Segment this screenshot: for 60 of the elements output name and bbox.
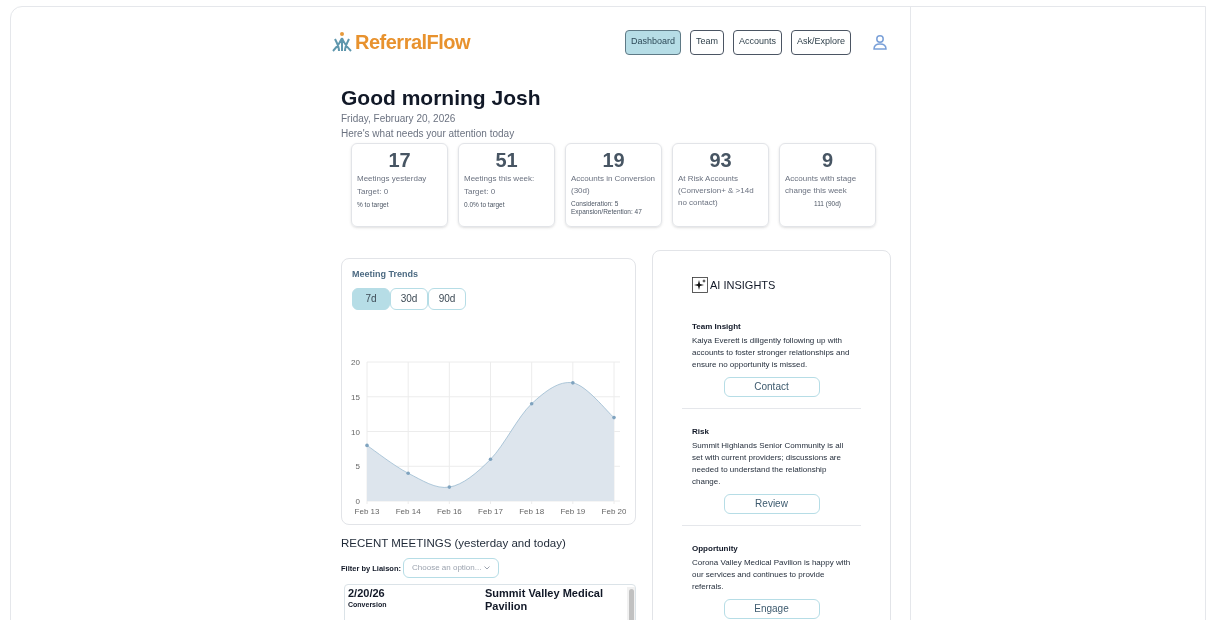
stat-value: 9 — [820, 148, 835, 172]
meeting-date: 2/20/26 — [348, 587, 386, 601]
insight-action-button[interactable]: Contact — [723, 376, 820, 397]
insight-heading: Team Insight — [692, 320, 742, 332]
insight-heading: Opportunity — [692, 542, 739, 554]
meeting-account: Summit Valley Medical Pavilion — [485, 587, 604, 615]
data-point — [612, 415, 616, 419]
stat-value: 51 — [494, 148, 519, 172]
insight-text: Summit Highlands Senior Community is all set with current providers; discussions are needed to understand the relationship change. — [692, 439, 845, 488]
data-point — [488, 457, 493, 461]
logo-text: ReferralFlow — [355, 30, 471, 55]
y-tick-label: 20 — [351, 357, 360, 367]
data-point — [529, 401, 534, 405]
insight-action-button[interactable]: Review — [723, 493, 820, 514]
y-tick-label: 0 — [355, 496, 360, 506]
x-tick-label: Feb 17 — [478, 506, 503, 516]
nav-tab[interactable]: Ask/Explore — [790, 29, 851, 55]
insight-heading: Risk — [692, 425, 710, 437]
greeting: Good morning Josh — [341, 85, 542, 111]
y-tick-label: 5 — [355, 461, 360, 471]
data-point — [571, 380, 575, 385]
data-point — [365, 443, 369, 447]
insight-text: Kaiya Everett is diligently following up with accounts to foster stronger relationships and ensure no opportunity is missed. — [692, 334, 851, 371]
x-tick-label: Feb 16 — [436, 506, 462, 516]
stat-value: 19 — [601, 148, 626, 172]
user-icon[interactable] — [872, 34, 888, 50]
insight-text: Corona Valley Medical Pavilion is happy with our services and continues to provide referrals. — [692, 556, 851, 593]
stat-label: Accounts with stage change this week — [785, 173, 858, 197]
range-tab[interactable]: 7d — [352, 287, 390, 310]
stat-label: At Risk Accounts (Conversion+ & >14d no contact) — [678, 173, 755, 209]
x-tick-label: Feb 18 — [519, 506, 545, 516]
insight-action-button[interactable]: Engage — [723, 598, 820, 619]
recent-meetings-title: RECENT MEETINGS (yesterday and today) — [341, 536, 567, 551]
data-point — [447, 484, 452, 489]
logo-icon — [331, 31, 353, 53]
y-tick-label: 10 — [351, 427, 360, 436]
chevron-icon — [484, 566, 490, 571]
stat-label: Accounts in Conversion (30d) — [571, 173, 656, 197]
date-text: Friday, February 20, 2026 — [341, 112, 457, 125]
x-tick-label: Feb 20 — [601, 506, 626, 516]
sparkle-icon — [692, 277, 708, 294]
stat-value: 17 — [387, 148, 412, 172]
subtitle: Here's what needs your attention today — [341, 127, 516, 140]
x-tick-label: Feb 19 — [560, 506, 586, 516]
trends-title: Meeting Trends — [352, 268, 419, 281]
stat-label: Target: 0 — [357, 186, 390, 198]
nav-tab[interactable]: Accounts — [732, 29, 782, 55]
stat-value: 93 — [708, 148, 733, 172]
stat-label: Meetings this week: — [464, 173, 536, 185]
range-tab[interactable]: 30d — [390, 287, 428, 310]
nav-tab[interactable]: Dashboard — [624, 29, 681, 55]
x-tick-label: Feb 14 — [395, 506, 421, 516]
stat-label: Meetings yesterday — [357, 173, 428, 185]
y-tick-label: 15 — [351, 392, 360, 402]
data-point — [406, 470, 410, 475]
ai-insights-title: AI INSIGHTS — [710, 278, 776, 293]
range-tab[interactable]: 90d — [428, 287, 466, 310]
stat-label: Target: 0 — [464, 186, 497, 198]
nav-tab[interactable]: Team — [689, 29, 724, 55]
x-tick-label: Feb 13 — [354, 506, 380, 516]
